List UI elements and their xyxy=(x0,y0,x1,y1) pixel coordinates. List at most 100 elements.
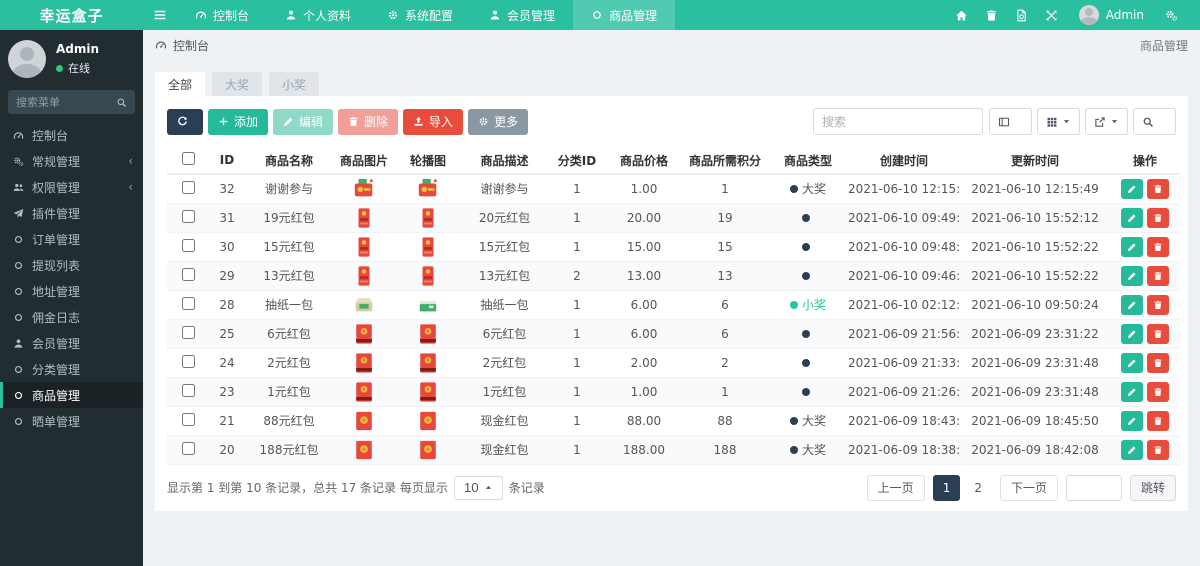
row-edit-button[interactable] xyxy=(1121,439,1143,460)
table-view-button[interactable] xyxy=(989,108,1032,135)
refresh-icon xyxy=(177,116,188,127)
table-row[interactable]: 32 谢谢参与 谢谢参与 1 1.00 1 大奖 2021-06-10 12:1 xyxy=(167,174,1180,204)
row-delete-button[interactable] xyxy=(1147,323,1169,344)
jump-button[interactable]: 跳转 xyxy=(1129,474,1176,501)
table-row[interactable]: 20 188元红包 现金红包 1 188.00 188 大奖 2021-06-0 xyxy=(167,435,1180,465)
row-checkbox[interactable] xyxy=(181,354,195,368)
row-checkbox[interactable] xyxy=(181,412,195,426)
row-delete-button[interactable] xyxy=(1147,294,1169,315)
topbar-icon-button[interactable] xyxy=(1007,0,1037,30)
table-row[interactable]: 21 88元红包 现金红包 1 88.00 88 大奖 2021-06-09 1 xyxy=(167,406,1180,436)
prev-page-button[interactable]: 上一页 xyxy=(866,474,925,501)
row-checkbox[interactable] xyxy=(181,383,195,397)
toolbar-button[interactable] xyxy=(167,108,203,135)
row-checkbox[interactable] xyxy=(181,209,195,223)
row-delete-button[interactable] xyxy=(1147,236,1169,257)
row-delete-button[interactable] xyxy=(1147,439,1169,460)
user-menu[interactable]: Admin xyxy=(1071,5,1152,25)
topnav-item[interactable]: 个人资料 xyxy=(267,0,369,30)
jump-page-input[interactable] xyxy=(1065,474,1122,501)
filter-tab[interactable]: 全部 xyxy=(155,72,206,96)
sidebar-item[interactable]: 提现列表 xyxy=(0,252,143,278)
tissue-green-icon xyxy=(417,293,439,317)
sidebar-item[interactable]: 商品管理 xyxy=(0,382,143,408)
cell-points: 15 xyxy=(682,232,768,262)
sidebar-item[interactable]: 插件管理 xyxy=(0,200,143,226)
row-delete-button[interactable] xyxy=(1147,352,1169,373)
sidebar-item[interactable]: 订单管理 xyxy=(0,226,143,252)
table-row[interactable]: 31 19元红包 20元红包 1 20.00 19 2021-06-10 09:… xyxy=(167,203,1180,233)
row-checkbox[interactable] xyxy=(181,180,195,194)
sidebar-item[interactable]: 控制台 xyxy=(0,122,143,148)
toolbar-button[interactable]: 导入 xyxy=(403,108,464,135)
row-edit-button[interactable] xyxy=(1121,294,1143,315)
sidebar-item[interactable]: 会员管理 xyxy=(0,330,143,356)
settings-button[interactable] xyxy=(1156,0,1186,30)
row-edit-button[interactable] xyxy=(1121,178,1143,199)
toolbar-button[interactable]: 添加 xyxy=(208,108,269,135)
table-search-input[interactable] xyxy=(813,108,983,135)
toolbar-button[interactable]: 更多 xyxy=(468,108,529,135)
online-dot xyxy=(56,64,63,72)
breadcrumb-left[interactable]: 控制台 xyxy=(173,37,209,54)
topnav-item[interactable]: 会员管理 xyxy=(471,0,573,30)
row-edit-button[interactable] xyxy=(1121,236,1143,257)
table-row[interactable]: 29 13元红包 13元红包 2 13.00 13 2021-06-10 09:… xyxy=(167,261,1180,291)
next-page-button[interactable]: 下一页 xyxy=(999,474,1058,501)
sidebar-item[interactable]: 常规管理 ‹ xyxy=(0,148,143,174)
sidebar-toggle-button[interactable] xyxy=(143,0,177,30)
per-page-select[interactable]: 10 xyxy=(453,475,503,500)
sidebar-item[interactable]: 地址管理 xyxy=(0,278,143,304)
topnav-item[interactable]: 控制台 xyxy=(177,0,267,30)
row-checkbox[interactable] xyxy=(181,296,195,310)
filter-tab[interactable]: 小奖 xyxy=(269,72,320,96)
topbar-icon-button[interactable] xyxy=(947,0,977,30)
table-view-button[interactable] xyxy=(1085,108,1128,135)
table-view-button[interactable] xyxy=(1133,108,1176,135)
toolbar-button[interactable]: 编辑 xyxy=(273,108,334,135)
row-edit-button[interactable] xyxy=(1121,381,1143,402)
toolbar-button-label: 删除 xyxy=(364,115,389,129)
page-button[interactable]: 1 xyxy=(932,474,961,501)
row-delete-button[interactable] xyxy=(1147,178,1169,199)
table-row[interactable]: 25 6元红包 6元红包 1 6.00 6 2021-06-09 21:56: xyxy=(167,319,1180,349)
row-checkbox[interactable] xyxy=(181,325,195,339)
topnav-item[interactable]: 系统配置 xyxy=(369,0,471,30)
sidebar-search-input[interactable] xyxy=(16,95,116,109)
topbar-icon-button[interactable] xyxy=(977,0,1007,30)
row-edit-button[interactable] xyxy=(1121,265,1143,286)
row-edit-button[interactable] xyxy=(1121,207,1143,228)
sidebar-item[interactable]: 晒单管理 xyxy=(0,408,143,434)
sidebar-item[interactable]: 权限管理 ‹ xyxy=(0,174,143,200)
toolbar-button[interactable]: 删除 xyxy=(338,108,399,135)
table-view-button[interactable] xyxy=(1037,108,1080,135)
row-checkbox[interactable] xyxy=(181,441,195,455)
cell-type: 大奖 xyxy=(768,435,848,465)
sidebar-item[interactable]: 分类管理 xyxy=(0,356,143,382)
sidebar-user-panel: Admin 在线 xyxy=(0,30,143,86)
table-row[interactable]: 30 15元红包 15元红包 1 15.00 15 2021-06-10 09:… xyxy=(167,232,1180,262)
row-delete-button[interactable] xyxy=(1147,265,1169,286)
topbar-icon-button[interactable] xyxy=(1037,0,1067,30)
row-edit-button[interactable] xyxy=(1121,410,1143,431)
row-edit-button[interactable] xyxy=(1121,352,1143,373)
sidebar-item-label: 晒单管理 xyxy=(32,414,81,429)
select-all-checkbox[interactable] xyxy=(181,152,195,165)
row-delete-button[interactable] xyxy=(1147,207,1169,228)
table-row[interactable]: 23 1元红包 1元红包 1 1.00 1 2021-06-09 21:26: xyxy=(167,377,1180,407)
row-checkbox[interactable] xyxy=(181,267,195,281)
row-delete-button[interactable] xyxy=(1147,381,1169,402)
page-button[interactable]: 2 xyxy=(964,475,992,501)
table-row[interactable]: 24 2元红包 2元红包 1 2.00 2 2021-06-09 21:33: xyxy=(167,348,1180,378)
sidebar-item[interactable]: 佣金日志 xyxy=(0,304,143,330)
search-icon[interactable] xyxy=(116,97,127,108)
topnav-item[interactable]: 商品管理 xyxy=(573,0,676,30)
row-checkbox[interactable] xyxy=(181,238,195,252)
row-edit-button[interactable] xyxy=(1121,323,1143,344)
table-row[interactable]: 28 抽纸一包 抽纸一包 1 6.00 6 小奖 2021-06-10 02:1 xyxy=(167,290,1180,320)
column-header: 商品名称 xyxy=(245,147,333,175)
row-delete-button[interactable] xyxy=(1147,410,1169,431)
envelope-band-icon xyxy=(417,351,439,375)
cell-created-time: 2021-06-10 02:12:57 xyxy=(848,290,960,320)
filter-tab[interactable]: 大奖 xyxy=(212,72,263,96)
